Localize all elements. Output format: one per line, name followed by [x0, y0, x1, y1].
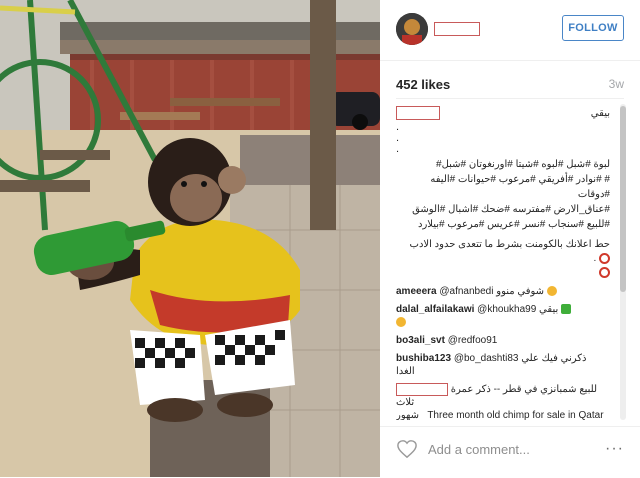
cat-emoji-icon	[396, 317, 406, 328]
comment-text: @redfoo91	[447, 335, 498, 346]
hashtag-line[interactable]: # #نوادر #أفريقي #مرعوب #حيوانات #اليفه …	[396, 172, 610, 202]
add-comment-input[interactable]: Add a comment...	[428, 442, 530, 457]
comment-username[interactable]: bushiba123	[396, 353, 451, 364]
comment-username[interactable]: bo3ali_svt	[396, 335, 445, 346]
red-circle-icon	[599, 266, 610, 278]
comment-item: bushiba123 @bo_dashti83 ذكرني فيك علي ال…	[396, 352, 610, 378]
smile-emoji-icon	[546, 286, 557, 297]
redacted-comment-username[interactable]	[396, 383, 448, 396]
comment-text-continued: شهور	[396, 410, 419, 420]
rules-text: حط اعلانك بالكومنت بشرط ما تتعدى حدود ال…	[409, 239, 610, 250]
comment-text: @bo_dashti83 ذكرني فيك علي	[453, 353, 587, 364]
caption-dot: .	[396, 132, 400, 144]
post-photo[interactable]	[0, 0, 380, 477]
caption-text: بيقي	[590, 108, 610, 119]
hashtag-line[interactable]: لبوة #شبل #لبوه #شيتا #اورنغوتان #شبل#	[396, 157, 610, 172]
rules-dot: .	[593, 253, 597, 264]
redacted-username[interactable]	[434, 22, 480, 36]
translation-overlay: Three month old chimp for sale in Qatar	[427, 410, 604, 420]
comment-item: dalal_alfailakawi @khoukha99 بيقي	[396, 303, 610, 329]
caption-dot: .	[396, 121, 400, 133]
chimp-photo-illustration	[0, 0, 380, 477]
caption-dot: .	[396, 143, 400, 155]
follow-button[interactable]: FOLLOW	[562, 15, 624, 41]
caption-rules: حط اعلانك بالكومنت بشرط ما تتعدى حدود ال…	[396, 238, 610, 280]
comment-text: @afnanbedi شوفي منوو	[439, 286, 545, 297]
comment-text: @khoukha99 بيقي	[477, 304, 559, 315]
green-heart-icon	[561, 304, 572, 315]
likes-count[interactable]: 452 likes	[396, 77, 450, 92]
post-sidebar: FOLLOW 452 likes 3w بيقي . . . لبوة #شبل…	[380, 0, 640, 477]
avatar[interactable]	[396, 13, 428, 45]
comments-list[interactable]: بيقي . . . لبوة #شبل #لبوه #شيتا #اورنغو…	[396, 104, 610, 420]
more-options-icon[interactable]: ···	[605, 440, 624, 458]
comment-item: للبيع شمبانزي في قطر -- ذكر عمرة ثلاث شه…	[396, 383, 610, 420]
redacted-caption-author[interactable]	[396, 106, 440, 120]
hashtag-line[interactable]: #عناق_الارض #مفترسه #ضحك #اشبال #الوشق	[396, 202, 610, 217]
comments-scrollbar[interactable]	[620, 104, 626, 420]
comment-item: bo3ali_svt @redfoo91	[396, 334, 610, 347]
red-circle-icon	[599, 252, 610, 264]
post-header: FOLLOW	[380, 0, 640, 61]
comment-text-continued: الغدا	[396, 366, 415, 377]
divider	[396, 98, 624, 99]
heart-icon[interactable]	[396, 439, 418, 459]
hashtag-line[interactable]: #للبيع #سنجاب #نسر #عريس #مرعوب #بيلارد	[396, 217, 610, 232]
caption-hashtags: لبوة #شبل #لبوه #شيتا #اورنغوتان #شبل# #…	[396, 157, 610, 232]
comment-item: ameeera @afnanbedi شوفي منوو	[396, 285, 610, 298]
comment-username[interactable]: dalal_alfailakawi	[396, 304, 474, 315]
post-footer: Add a comment... ···	[380, 426, 640, 478]
comment-username[interactable]: ameeera	[396, 286, 437, 297]
scrollbar-thumb[interactable]	[620, 106, 626, 292]
caption-dots: . . .	[396, 122, 610, 155]
caption-header: بيقي	[396, 104, 610, 122]
post-age: 3w	[608, 77, 624, 91]
